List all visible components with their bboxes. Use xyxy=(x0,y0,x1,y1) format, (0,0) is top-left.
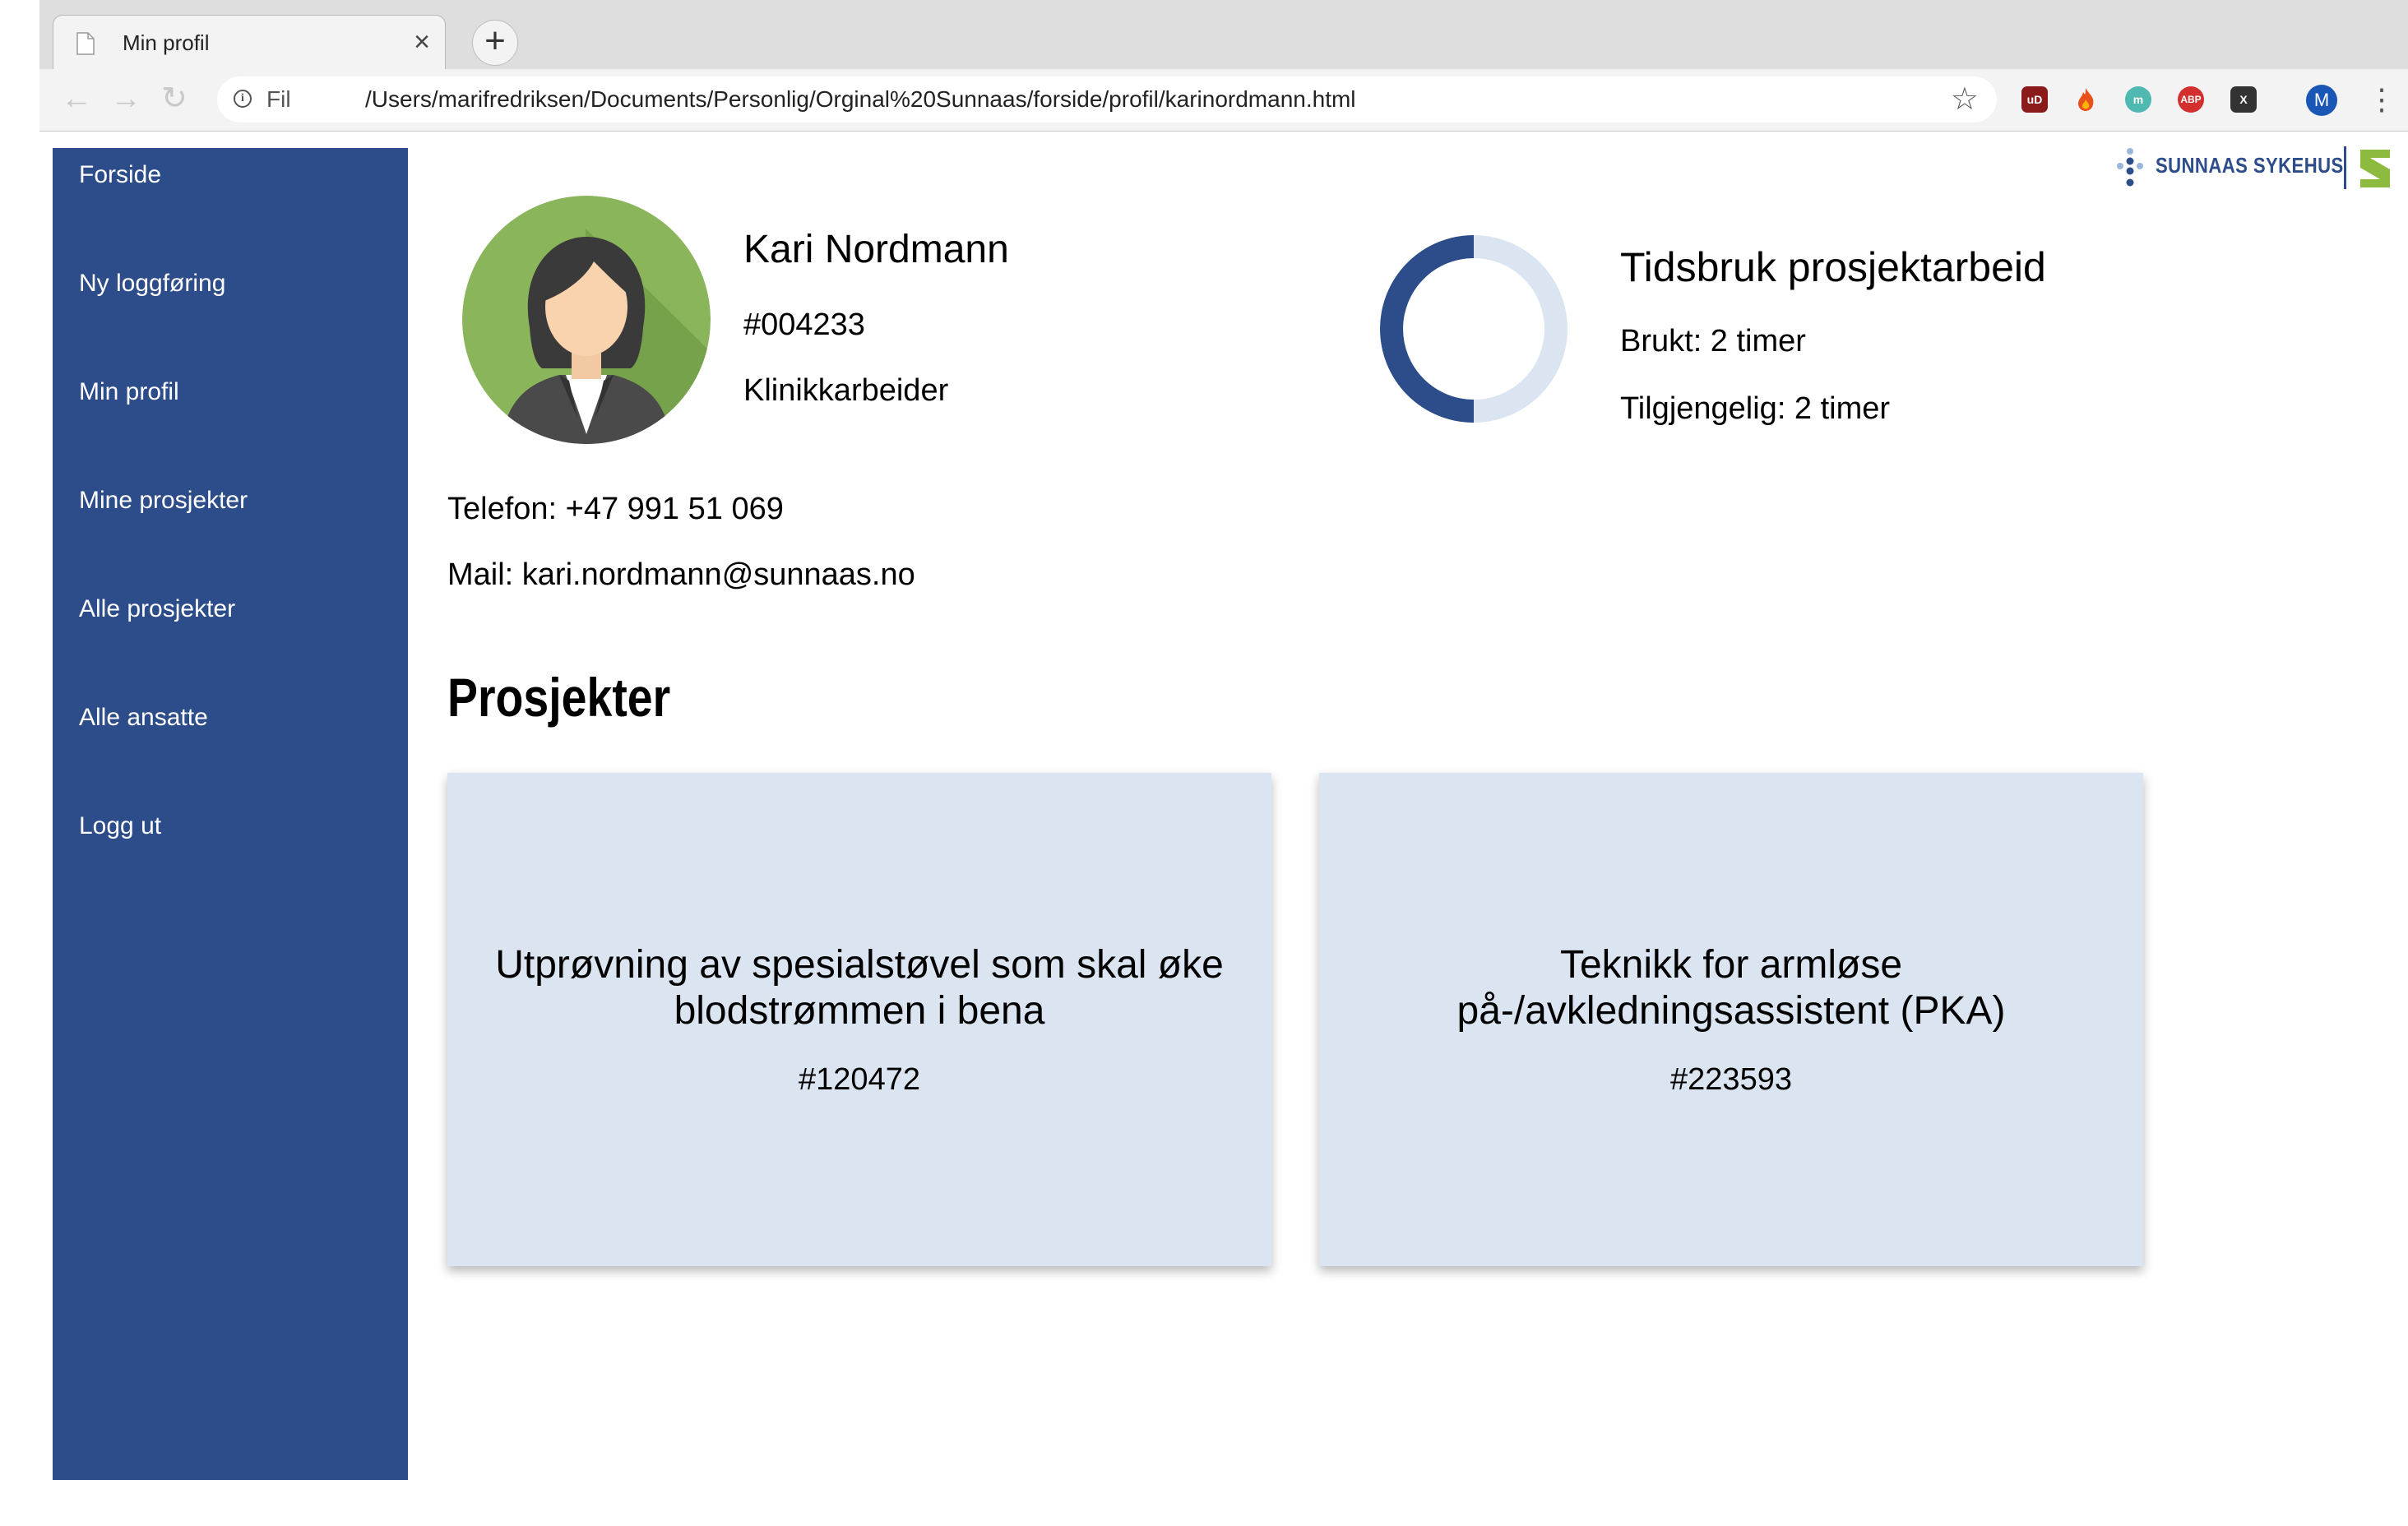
woman-avatar-icon xyxy=(462,196,711,444)
profile-id: #004233 xyxy=(743,308,865,342)
tab-title: Min profil xyxy=(123,30,210,55)
browser-toolbar: ← → ↻ i Fil /Users/marifredriksen/Docume… xyxy=(39,69,2408,132)
sidebar-item-alle-prosjekter[interactable]: Alle prosjekter xyxy=(79,595,235,623)
flame-icon[interactable] xyxy=(2072,86,2099,113)
sidebar-item-min-profil[interactable]: Min profil xyxy=(79,378,179,406)
project-card[interactable]: Utprøvning av spesialstøvel som skal øke… xyxy=(447,773,1271,1266)
project-card-title: Utprøvning av spesialstøvel som skal øke… xyxy=(495,942,1224,1033)
logo-text: SUNNAAS SYKEHUS xyxy=(2156,153,2344,178)
close-tab-icon[interactable]: × xyxy=(414,25,430,58)
adblock-icon[interactable]: ABP xyxy=(2178,86,2204,113)
logo-divider xyxy=(2344,146,2346,189)
url-text[interactable]: /Users/marifredriksen/Documents/Personli… xyxy=(365,86,1356,113)
profile-avatar xyxy=(462,196,711,444)
sidebar-item-mine-prosjekter[interactable]: Mine prosjekter xyxy=(79,487,248,515)
donut-used-arc xyxy=(1380,235,1475,423)
reload-icon[interactable]: ↻ xyxy=(161,82,188,115)
sidebar-item-alle-ansatte[interactable]: Alle ansatte xyxy=(79,704,208,732)
profile-phone: Telefon: +47 991 51 069 xyxy=(447,492,784,526)
sidebar-item-logg-ut[interactable]: Logg ut xyxy=(79,812,161,840)
sunnaas-logo[interactable]: SUNNAAS SYKEHUS xyxy=(2112,143,2392,192)
project-card-id: #223593 xyxy=(1670,1061,1792,1097)
mercury-icon[interactable]: m xyxy=(2125,86,2151,113)
time-used-label: Brukt: 2 timer xyxy=(1620,324,1806,358)
tab-strip: Min profil × + xyxy=(39,0,2408,69)
logo-s-mark-icon xyxy=(2360,150,2390,187)
address-bar[interactable]: i Fil /Users/marifredriksen/Documents/Pe… xyxy=(217,76,1997,123)
profile-mail: Mail: kari.nordmann@sunnaas.no xyxy=(447,557,915,592)
project-card-id: #120472 xyxy=(799,1061,920,1097)
bookmark-star-icon[interactable]: ☆ xyxy=(1951,81,1979,118)
scheme-label: Fil xyxy=(266,86,291,112)
profile-role: Klinikkarbeider xyxy=(743,373,949,408)
project-card-title: Teknikk for armløse på-/avkledningsassis… xyxy=(1456,942,2006,1033)
sidebar-item-ny-loggforing[interactable]: Ny loggføring xyxy=(79,270,225,298)
sidebar: Forside Ny loggføring Min profil Mine pr… xyxy=(53,148,408,1480)
page-icon xyxy=(76,32,95,55)
back-icon[interactable]: ← xyxy=(61,82,92,115)
ublock-icon[interactable]: uD xyxy=(2021,86,2048,113)
forward-icon[interactable]: → xyxy=(110,82,141,115)
project-card[interactable]: Teknikk for armløse på-/avkledningsassis… xyxy=(1319,773,2143,1266)
browser-chrome: Min profil × + ← → ↻ i Fil /Users/marifr… xyxy=(39,0,2408,132)
account-avatar[interactable]: M xyxy=(2306,85,2337,116)
time-usage-donut xyxy=(1380,235,1568,423)
projects-heading: Prosjekter xyxy=(447,667,671,728)
x-extension-icon[interactable]: X xyxy=(2230,86,2257,113)
logo-dots-icon xyxy=(2117,148,2143,187)
time-available-label: Tilgjengelig: 2 timer xyxy=(1620,391,1891,426)
sidebar-item-forside[interactable]: Forside xyxy=(79,161,161,189)
new-tab-button[interactable]: + xyxy=(472,20,518,66)
browser-menu-icon[interactable]: ⋮ xyxy=(2367,81,2396,118)
browser-tab[interactable]: Min profil × xyxy=(53,15,446,69)
profile-name: Kari Nordmann xyxy=(743,228,1009,271)
info-icon[interactable]: i xyxy=(234,90,252,108)
time-usage-title: Tidsbruk prosjektarbeid xyxy=(1620,244,2046,290)
